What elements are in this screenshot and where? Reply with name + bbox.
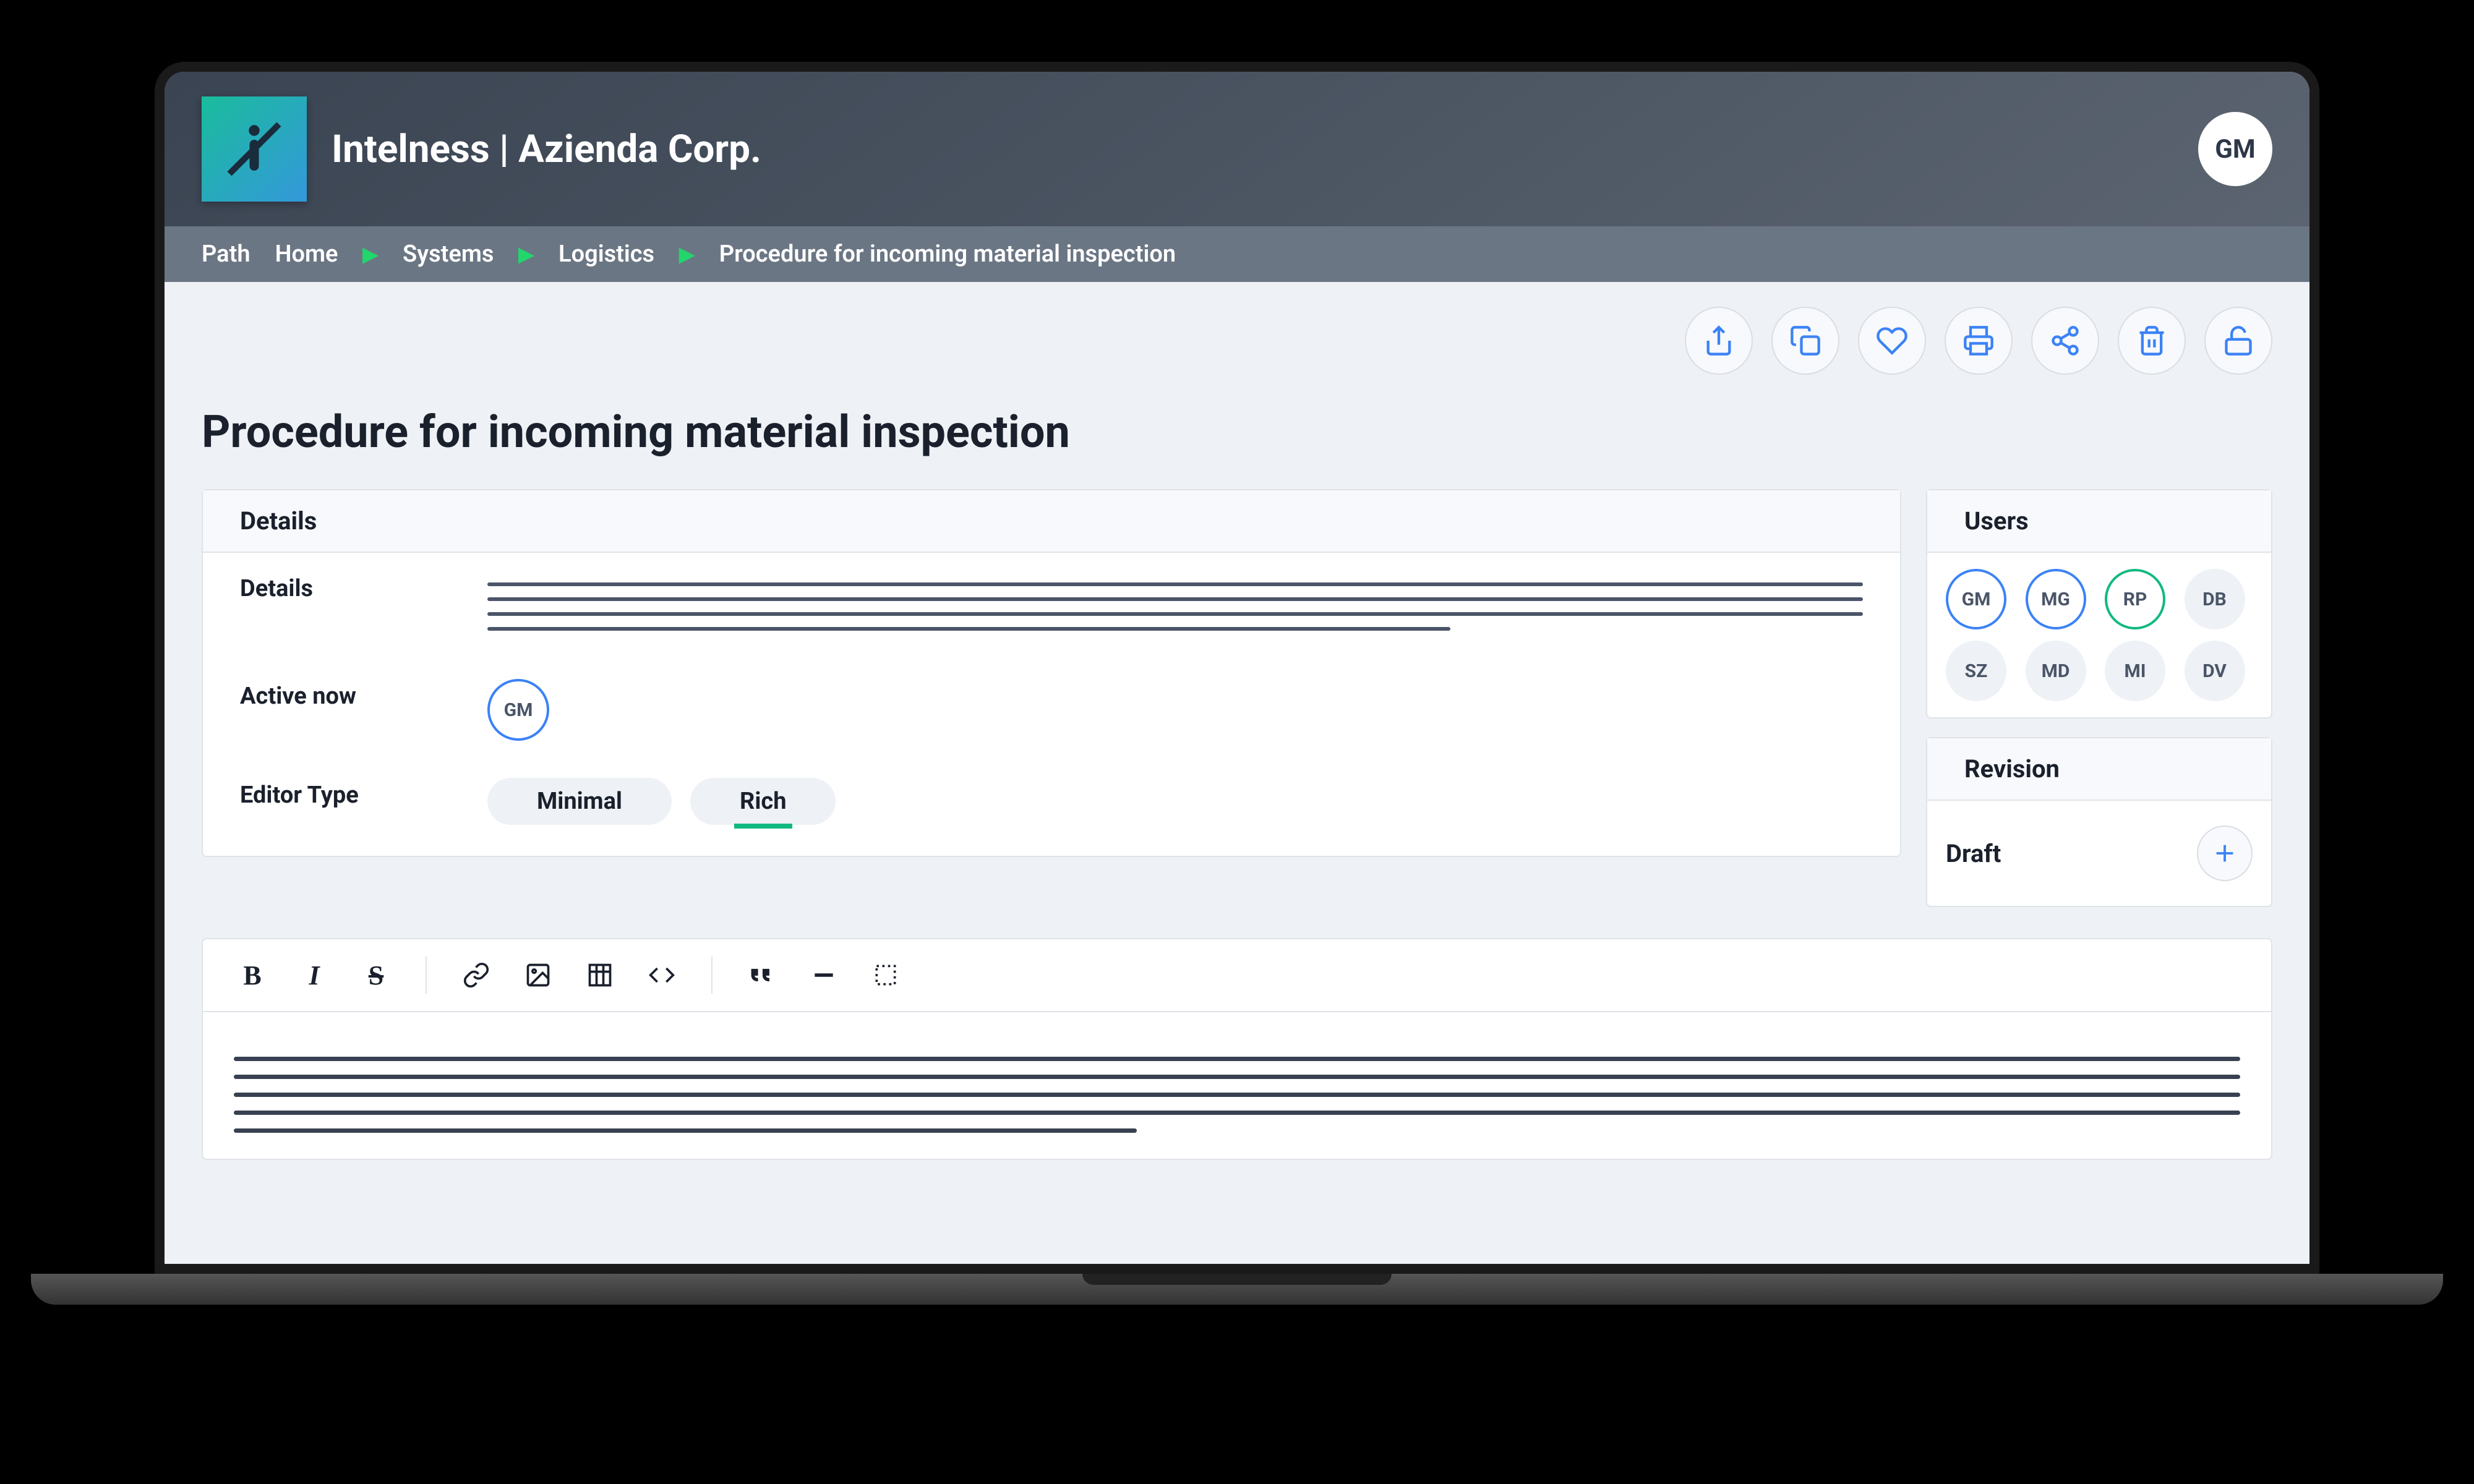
delete-button[interactable] xyxy=(2118,307,2186,375)
trash-icon xyxy=(2136,325,2168,357)
editor-type-label: Editor Type xyxy=(240,778,463,809)
chevron-right-icon: ▶ xyxy=(362,242,378,266)
users-panel: Users GM MG RP DB SZ MD MI DV xyxy=(1926,489,2272,719)
breadcrumb: Path Home ▶ Systems ▶ Logistics ▶ Proced… xyxy=(165,226,2309,282)
heart-icon xyxy=(1876,325,1908,357)
quote-icon xyxy=(748,962,776,989)
user-avatar[interactable]: RP xyxy=(2105,569,2165,629)
unlock-icon xyxy=(2222,325,2254,357)
quote-button[interactable] xyxy=(743,957,781,994)
current-user-avatar[interactable]: GM xyxy=(2198,112,2272,186)
details-field-value xyxy=(487,571,1863,642)
app-logo[interactable] xyxy=(202,96,307,202)
editor-body[interactable] xyxy=(203,1012,2271,1159)
laptop-base xyxy=(31,1274,2443,1305)
user-avatar[interactable]: MG xyxy=(2026,569,2086,629)
users-panel-heading: Users xyxy=(1927,490,2271,553)
page-title: Procedure for incoming material inspecti… xyxy=(202,406,2272,458)
editor-toolbar: B I S xyxy=(203,939,2271,1012)
italic-button[interactable]: I xyxy=(296,957,333,994)
user-avatar[interactable]: MD xyxy=(2026,641,2086,701)
user-avatar[interactable]: DB xyxy=(2185,569,2245,629)
image-icon xyxy=(524,962,552,989)
code-button[interactable] xyxy=(643,957,680,994)
details-panel-heading: Details xyxy=(203,490,1900,553)
select-all-button[interactable] xyxy=(867,957,904,994)
editor-type-rich[interactable]: Rich xyxy=(690,778,836,825)
active-now-label: Active now xyxy=(240,679,463,710)
revision-panel-heading: Revision xyxy=(1927,738,2271,801)
strikethrough-button[interactable]: S xyxy=(357,957,395,994)
copy-icon xyxy=(1789,325,1821,357)
favorite-button[interactable] xyxy=(1858,307,1926,375)
logo-icon xyxy=(223,118,285,180)
plus-icon xyxy=(2211,839,2239,868)
editor-type-minimal[interactable]: Minimal xyxy=(487,778,672,825)
active-now-user-avatar[interactable]: GM xyxy=(487,679,549,741)
link-button[interactable] xyxy=(458,957,495,994)
table-button[interactable] xyxy=(581,957,618,994)
print-button[interactable] xyxy=(1945,307,2013,375)
bold-button[interactable]: B xyxy=(234,957,271,994)
unlock-button[interactable] xyxy=(2204,307,2272,375)
revision-panel: Revision Draft xyxy=(1926,737,2272,907)
app-header: Intelness | Azienda Corp. GM xyxy=(165,72,2309,226)
code-icon xyxy=(648,962,675,989)
breadcrumb-label: Path xyxy=(202,241,250,268)
link-icon xyxy=(463,962,490,989)
table-icon xyxy=(586,962,614,989)
chevron-right-icon: ▶ xyxy=(679,242,695,266)
image-button[interactable] xyxy=(520,957,557,994)
app-screen: Intelness | Azienda Corp. GM Path Home ▶… xyxy=(165,72,2309,1264)
action-bar xyxy=(202,307,2272,375)
add-revision-button[interactable] xyxy=(2197,825,2253,881)
editor-type-segmented: Minimal Rich xyxy=(487,778,836,825)
select-all-icon xyxy=(872,962,899,989)
user-avatar[interactable]: GM xyxy=(1946,569,2006,629)
rich-editor: B I S xyxy=(202,938,2272,1160)
share-button[interactable] xyxy=(2031,307,2099,375)
export-icon xyxy=(1703,325,1735,357)
revision-status: Draft xyxy=(1946,839,2001,868)
minus-icon xyxy=(810,962,837,989)
details-field-label: Details xyxy=(240,571,463,602)
user-avatar[interactable]: MI xyxy=(2105,641,2165,701)
details-panel: Details Details Active now GM xyxy=(202,489,1901,857)
print-icon xyxy=(1963,325,1995,357)
chevron-right-icon: ▶ xyxy=(518,242,534,266)
breadcrumb-item-logistics[interactable]: Logistics xyxy=(559,241,654,268)
breadcrumb-item-systems[interactable]: Systems xyxy=(403,241,494,268)
app-title: Intelness | Azienda Corp. xyxy=(332,127,761,172)
share-icon xyxy=(2049,325,2081,357)
copy-button[interactable] xyxy=(1771,307,1839,375)
users-grid: GM MG RP DB SZ MD MI DV xyxy=(1927,553,2271,717)
user-avatar[interactable]: DV xyxy=(2185,641,2245,701)
content-area: Procedure for incoming material inspecti… xyxy=(165,282,2309,1160)
user-avatar[interactable]: SZ xyxy=(1946,641,2006,701)
divider-button[interactable] xyxy=(805,957,842,994)
breadcrumb-item-current: Procedure for incoming material inspecti… xyxy=(719,241,1176,268)
breadcrumb-item-home[interactable]: Home xyxy=(275,241,338,268)
export-button[interactable] xyxy=(1685,307,1753,375)
